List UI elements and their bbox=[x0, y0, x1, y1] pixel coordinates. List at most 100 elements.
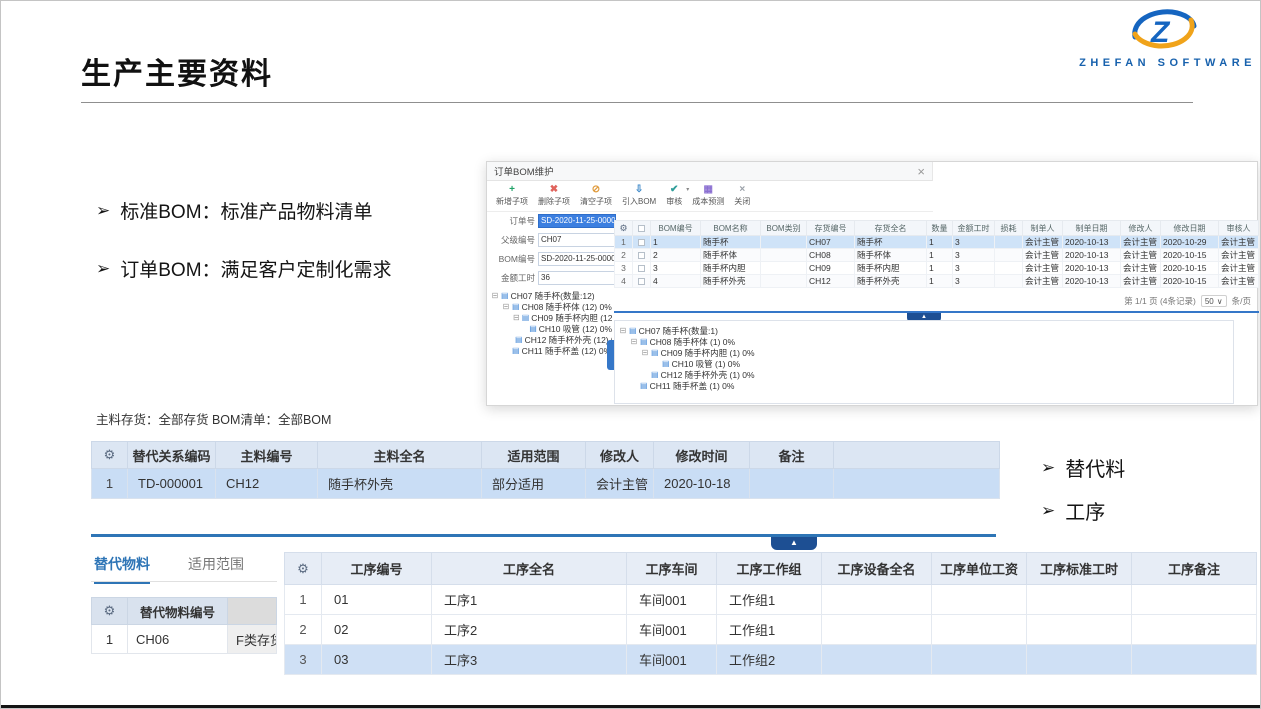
panel-collapse-handle[interactable] bbox=[607, 340, 614, 370]
column-header: 金额工时 bbox=[953, 221, 995, 236]
tree-expander-icon[interactable]: ⊟ bbox=[619, 326, 627, 335]
table-row[interactable]: 11随手杯CH07随手杯13会计主管2020-10-13会计主管2020-10-… bbox=[615, 236, 1259, 249]
column-header: 主料编号 bbox=[216, 442, 318, 469]
gear-icon[interactable]: ⚙ bbox=[619, 223, 627, 233]
table-row[interactable]: 33随手杯内胆CH09随手杯内胆13会计主管2020-10-13会计主管2020… bbox=[615, 262, 1259, 275]
gear-icon[interactable]: ⚙ bbox=[104, 447, 116, 462]
close-button[interactable]: × bbox=[917, 165, 925, 178]
toolbar-button-approve[interactable]: ✔ ▾ 审核 bbox=[666, 185, 682, 207]
tree-expander-icon[interactable]: ⊟ bbox=[502, 302, 510, 311]
tree-node[interactable]: ▤CH11 随手杯盖 (12) 0% bbox=[491, 345, 612, 356]
table-cell bbox=[932, 585, 1027, 615]
table-cell: 随手杯体 bbox=[701, 249, 761, 262]
delete-icon: ✖ bbox=[550, 185, 558, 195]
table-cell: 3 bbox=[285, 645, 322, 675]
order-number-field[interactable]: SD-2020-11-25-00006 bbox=[538, 214, 616, 228]
table-cell: 1 bbox=[927, 236, 953, 249]
tree-node[interactable]: ▤CH12 随手杯外壳 (1) 0% bbox=[619, 369, 1229, 380]
substitute-material-table: ⚙ 替代物料编号 1CH06F类存货 bbox=[91, 597, 277, 654]
gear-icon[interactable]: ⚙ bbox=[297, 561, 309, 576]
table-row[interactable]: 101工序1车间001工作组1 bbox=[285, 585, 1257, 615]
tree-node[interactable]: ▤CH12 随手杯外壳 (12) 0% bbox=[491, 334, 612, 345]
tree-expander-icon[interactable]: ⊟ bbox=[491, 291, 499, 300]
toolbar-button-label: 新增子项 bbox=[496, 196, 528, 207]
document-icon: ▤ bbox=[629, 326, 637, 335]
page-size-value: 50 bbox=[1205, 297, 1214, 306]
table-cell: 1 bbox=[927, 275, 953, 288]
slide-bottom-border bbox=[1, 705, 1260, 708]
toolbar-button-import-bom[interactable]: ⇩ 引入BOM bbox=[622, 185, 656, 207]
tab-applicable-range[interactable]: 适用范围 bbox=[188, 554, 244, 584]
column-header: 存货编号 bbox=[807, 221, 855, 236]
table-row[interactable]: 1CH06F类存货 bbox=[92, 625, 277, 654]
tree-node[interactable]: ⊟▤CH08 随手杯体 (12) 0% bbox=[491, 301, 612, 312]
row-checkbox[interactable] bbox=[638, 265, 645, 272]
toolbar-button-label: 审核 bbox=[666, 196, 682, 207]
page-size-select[interactable]: 50 ∨ bbox=[1201, 295, 1227, 307]
tree-expander-icon[interactable]: ⊟ bbox=[513, 313, 520, 322]
row-checkbox[interactable] bbox=[638, 252, 645, 259]
row-checkbox[interactable] bbox=[638, 278, 645, 285]
row-checkbox[interactable] bbox=[638, 239, 645, 246]
table-row[interactable]: 44随手杯外壳CH12随手杯外壳13会计主管2020-10-13会计主管2020… bbox=[615, 275, 1259, 288]
table-cell: 会计主管 bbox=[1219, 249, 1259, 262]
tree-expander-icon[interactable]: ⊟ bbox=[641, 348, 649, 357]
table-cell: 车间001 bbox=[627, 615, 717, 645]
column-header: 工序全名 bbox=[432, 553, 627, 585]
toolbar-button-cost-forecast[interactable]: ▦ 成本预测 bbox=[692, 185, 724, 207]
bullet-item: ➢ 标准BOM：标准产品物料清单 bbox=[96, 197, 373, 224]
column-header: ⚙ bbox=[285, 553, 322, 585]
table-row[interactable]: 22随手杯体CH08随手杯体13会计主管2020-10-13会计主管2020-1… bbox=[615, 249, 1259, 262]
table-cell bbox=[1027, 585, 1132, 615]
gear-icon[interactable]: ⚙ bbox=[104, 603, 116, 618]
tree-node[interactable]: ⊟▤CH07 随手杯(数量:12) bbox=[491, 290, 612, 301]
column-header: 修改人 bbox=[586, 442, 654, 469]
table-cell: 3 bbox=[651, 262, 701, 275]
tree-expander-icon[interactable]: ⊟ bbox=[630, 337, 638, 346]
toolbar-button-clear-child[interactable]: ⊘ 清空子项 bbox=[580, 185, 612, 207]
amount-hours-field[interactable]: 36 bbox=[538, 271, 616, 285]
table-row[interactable]: 1TD-000001CH12随手杯外壳部分适用会计主管2020-10-18 bbox=[92, 469, 1000, 499]
table-row[interactable]: 303工序3车间001工作组2 bbox=[285, 645, 1257, 675]
column-header: 存货全名 bbox=[855, 221, 927, 236]
tree-node[interactable]: ▤CH10 吸管 (1) 0% bbox=[619, 358, 1229, 369]
toolbar-button-delete-child[interactable]: ✖ 删除子项 bbox=[538, 185, 570, 207]
form-row: 金额工时 36 bbox=[489, 271, 616, 285]
tree-node[interactable]: ▤CH11 随手杯盖 (1) 0% bbox=[619, 380, 1229, 391]
tree-node[interactable]: ⊟▤CH08 随手杯体 (1) 0% bbox=[619, 336, 1229, 347]
table-cell bbox=[932, 615, 1027, 645]
tree-node[interactable]: ▤CH10 吸管 (12) 0% bbox=[491, 323, 612, 334]
table-cell: 2 bbox=[285, 615, 322, 645]
column-header: 工序编号 bbox=[322, 553, 432, 585]
table-cell bbox=[834, 469, 1000, 499]
bullet-arrow-icon: ➢ bbox=[96, 201, 110, 221]
toolbar-button-add-child[interactable]: + 新增子项 bbox=[496, 185, 528, 207]
column-header bbox=[834, 442, 1000, 469]
table-cell: 工作组1 bbox=[717, 585, 822, 615]
page-title: 生产主要资料 bbox=[81, 49, 273, 93]
table-cell: 会计主管 bbox=[1121, 275, 1161, 288]
table-cell: 会计主管 bbox=[1121, 262, 1161, 275]
tree-node[interactable]: ⊟▤CH09 随手杯内胆 (12) 0% bbox=[491, 312, 612, 323]
select-all-checkbox[interactable] bbox=[638, 225, 645, 232]
table-cell: 2020-10-15 bbox=[1161, 249, 1219, 262]
table-cell: 工序1 bbox=[432, 585, 627, 615]
collapse-panel-button[interactable]: ▲ bbox=[771, 537, 817, 550]
bullet-arrow-icon: ➢ bbox=[1041, 458, 1055, 478]
bom-number-field[interactable]: SD-2020-11-25-00006-1 bbox=[538, 252, 616, 266]
table-cell: 1 bbox=[927, 249, 953, 262]
tab-substitute-material[interactable]: 替代物料 bbox=[94, 554, 150, 584]
tree-node[interactable]: ⊟▤CH07 随手杯(数量:1) bbox=[619, 325, 1229, 336]
column-header: ⚙ bbox=[615, 221, 633, 236]
tree-node[interactable]: ⊟▤CH09 随手杯内胆 (1) 0% bbox=[619, 347, 1229, 358]
table-row[interactable]: 202工序2车间001工作组1 bbox=[285, 615, 1257, 645]
toolbar-button-close[interactable]: × 关闭 bbox=[734, 185, 750, 207]
table-cell: 3 bbox=[953, 236, 995, 249]
splitter-bar bbox=[91, 534, 996, 537]
table-header-row: ⚙ BOM编号 BOM名称 BOM类别 存货编号 存货全名 数量 金额工时 损耗… bbox=[615, 221, 1259, 236]
column-header: 损耗 bbox=[995, 221, 1023, 236]
parent-code-field[interactable]: CH07 bbox=[538, 233, 616, 247]
bullet-text: 替代料 bbox=[1065, 453, 1125, 482]
column-header: 修改时间 bbox=[654, 442, 750, 469]
dropdown-arrow-icon[interactable]: ▾ bbox=[686, 186, 689, 193]
